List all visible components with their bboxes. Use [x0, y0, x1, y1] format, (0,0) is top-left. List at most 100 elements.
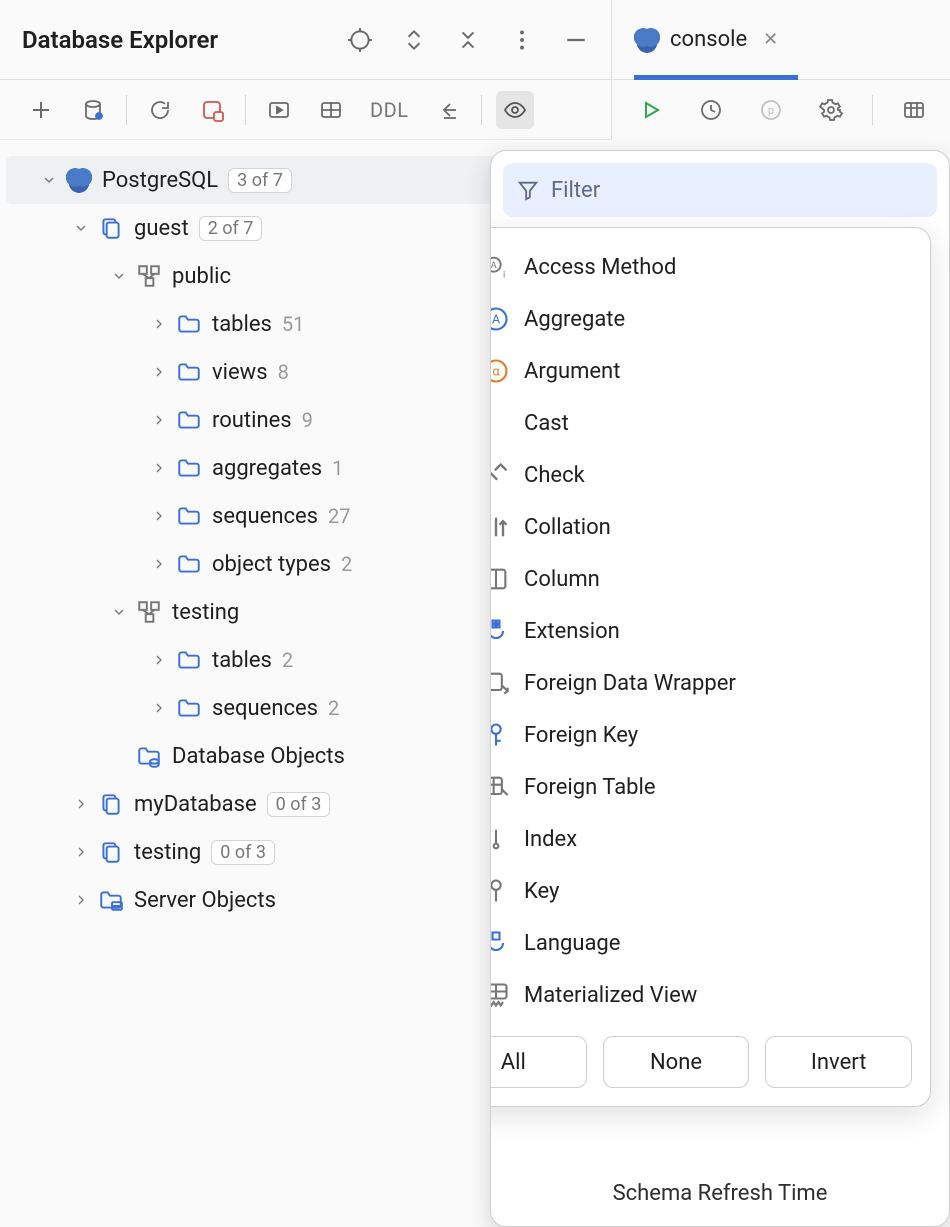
object-type-row[interactable]: Check: [490, 452, 914, 498]
chevron-right-icon[interactable]: [70, 889, 92, 911]
type-label: Collation: [524, 515, 611, 540]
object-type-row[interactable]: Language: [490, 920, 914, 966]
node-label: routines: [212, 408, 292, 433]
settings-button[interactable]: [812, 91, 850, 129]
history-button[interactable]: [692, 91, 730, 129]
chevron-right-icon[interactable]: [148, 313, 170, 335]
chevron-right-icon[interactable]: [148, 553, 170, 575]
invert-button[interactable]: Invert: [765, 1036, 912, 1088]
navigate-button[interactable]: [429, 91, 467, 129]
postgres-icon: [66, 167, 92, 193]
type-label: Aggregate: [524, 307, 625, 332]
object-type-row[interactable]: αArgument: [490, 348, 914, 394]
node-label: PostgreSQL: [102, 168, 218, 193]
none-button[interactable]: None: [603, 1036, 750, 1088]
chevron-right-icon[interactable]: [70, 793, 92, 815]
type-icon: [490, 617, 510, 645]
tab-console[interactable]: console ✕: [634, 0, 798, 79]
close-icon[interactable]: ✕: [763, 29, 778, 50]
node-label: tables: [212, 648, 272, 673]
chevron-right-icon[interactable]: [148, 697, 170, 719]
object-type-row[interactable]: Cast: [490, 400, 914, 446]
node-badge: 3 of 7: [228, 168, 292, 193]
chevron-down-icon[interactable]: [108, 601, 130, 623]
chevron-right-icon[interactable]: [148, 505, 170, 527]
object-type-row[interactable]: Key: [490, 868, 914, 914]
chevron-right-icon[interactable]: [148, 457, 170, 479]
node-label: myDatabase: [134, 792, 257, 817]
table-view-button[interactable]: [312, 91, 350, 129]
object-type-row[interactable]: A Aggregate: [490, 296, 914, 342]
filter-visibility-button[interactable]: [496, 91, 534, 129]
add-button[interactable]: [22, 91, 60, 129]
filter-placeholder: Filter: [551, 178, 600, 203]
chevron-down-icon[interactable]: [38, 169, 60, 191]
expand-collapse-icon[interactable]: [401, 27, 427, 53]
db-objects-icon: [136, 743, 162, 769]
explain-plan-button[interactable]: p: [752, 91, 790, 129]
type-label: Column: [524, 567, 600, 592]
node-label: Server Objects: [134, 888, 276, 913]
target-icon[interactable]: [347, 27, 373, 53]
object-type-row[interactable]: AiAccess Method: [490, 244, 914, 290]
run-button[interactable]: [632, 91, 670, 129]
refresh-button[interactable]: [141, 91, 179, 129]
type-icon: [490, 825, 510, 853]
object-type-row[interactable]: Foreign Key: [490, 712, 914, 758]
stop-button[interactable]: [193, 91, 231, 129]
minimize-icon[interactable]: [563, 27, 589, 53]
folder-icon: [176, 647, 202, 673]
object-type-row[interactable]: Extension: [490, 608, 914, 654]
folder-icon: [176, 503, 202, 529]
object-type-row[interactable]: Foreign Data Wrapper: [490, 660, 914, 706]
type-icon: A: [490, 305, 510, 333]
folder-icon: [176, 407, 202, 433]
node-label: Database Objects: [172, 744, 345, 769]
chevron-right-icon[interactable]: [148, 361, 170, 383]
result-grid-button[interactable]: [895, 91, 933, 129]
server-objects-icon: [98, 887, 124, 913]
console-button[interactable]: [260, 91, 298, 129]
schema-icon: [136, 263, 162, 289]
collapse-icon[interactable]: [455, 27, 481, 53]
chevron-down-icon[interactable]: [70, 217, 92, 239]
titlebar-actions: [347, 27, 589, 53]
type-label: Materialized View: [524, 983, 697, 1008]
filter-input[interactable]: Filter: [503, 163, 937, 217]
popup-footer: Schema Refresh Time: [491, 1181, 949, 1226]
chevron-right-icon[interactable]: [148, 409, 170, 431]
type-icon: [490, 461, 510, 489]
chevron-right-icon[interactable]: [148, 649, 170, 671]
node-label: public: [172, 264, 231, 289]
ddl-button[interactable]: DDL: [364, 91, 415, 129]
node-count: 8: [278, 360, 289, 384]
all-button[interactable]: All: [490, 1036, 587, 1088]
postgres-icon: [634, 27, 660, 53]
type-label: Foreign Table: [524, 775, 656, 800]
database-icon: [98, 215, 124, 241]
separator: [245, 95, 246, 125]
more-icon[interactable]: [509, 27, 535, 53]
type-icon: [490, 877, 510, 905]
node-label: sequences: [212, 696, 318, 721]
svg-text:p: p: [768, 104, 774, 117]
node-count: 1: [332, 456, 343, 480]
type-icon: [490, 773, 510, 801]
datasource-properties-button[interactable]: [74, 91, 112, 129]
object-type-row[interactable]: Foreign Table: [490, 764, 914, 810]
folder-icon: [176, 311, 202, 337]
chevron-down-icon[interactable]: [108, 265, 130, 287]
node-badge: 2 of 7: [199, 216, 263, 241]
database-icon: [98, 839, 124, 865]
object-type-row[interactable]: Materialized View: [490, 972, 914, 1018]
node-count: 2: [282, 648, 293, 672]
chevron-right-icon[interactable]: [70, 841, 92, 863]
type-icon: [490, 565, 510, 593]
type-icon: Ai: [490, 253, 510, 281]
separator: [872, 95, 873, 125]
object-type-row[interactable]: Collation: [490, 504, 914, 550]
object-type-row[interactable]: Column: [490, 556, 914, 602]
funnel-icon: [517, 179, 539, 201]
object-type-row[interactable]: Index: [490, 816, 914, 862]
type-label: Extension: [524, 619, 620, 644]
